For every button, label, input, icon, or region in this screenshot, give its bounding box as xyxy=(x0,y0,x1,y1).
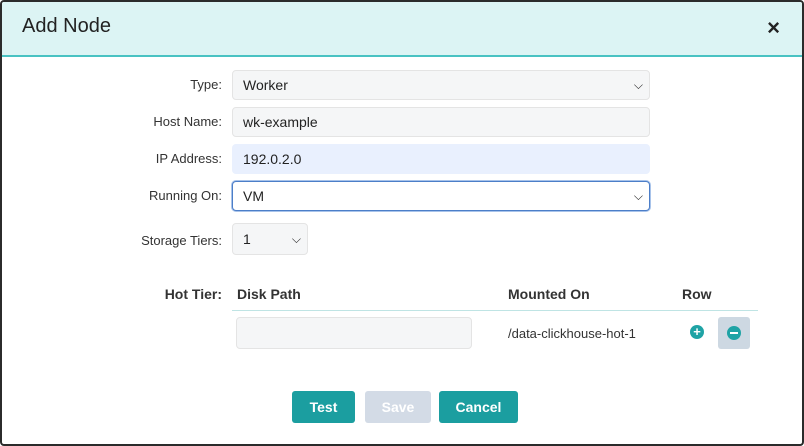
ip-label: IP Address: xyxy=(155,151,222,166)
type-select[interactable]: Worker ⌵ xyxy=(232,70,650,100)
storage-tiers-value: 1 xyxy=(243,231,251,247)
modal-title: Add Node xyxy=(22,15,111,37)
chevron-down-icon: ⌵ xyxy=(291,232,301,246)
hostname-input[interactable]: wk-example xyxy=(232,107,650,137)
add-row-icon[interactable]: + xyxy=(690,325,704,339)
type-value: Worker xyxy=(243,77,288,93)
hostname-value: wk-example xyxy=(243,114,318,130)
disk-path-header: Disk Path xyxy=(237,286,301,302)
test-button[interactable]: Test xyxy=(292,391,355,423)
add-node-modal: Add Node × Type: Worker ⌵ Host Name: wk-… xyxy=(0,0,804,446)
disk-path-input[interactable] xyxy=(236,317,472,349)
remove-row-button[interactable] xyxy=(718,317,750,349)
running-on-select[interactable]: VM ⌵ xyxy=(232,181,650,211)
chevron-down-icon: ⌵ xyxy=(633,78,643,92)
minus-circle-icon xyxy=(727,326,741,340)
hot-tier-label: Hot Tier: xyxy=(164,286,222,302)
row-header: Row xyxy=(682,286,712,302)
modal-header: Add Node × xyxy=(2,2,802,57)
ip-input[interactable]: 192.0.2.0 xyxy=(232,144,650,174)
running-on-value: VM xyxy=(243,188,264,204)
hostname-label: Host Name: xyxy=(153,114,222,129)
storage-tiers-label: Storage Tiers: xyxy=(141,233,222,248)
type-label: Type: xyxy=(190,77,222,92)
storage-tiers-select[interactable]: 1 ⌵ xyxy=(232,223,308,255)
save-button[interactable]: Save xyxy=(365,391,431,423)
mounted-on-header: Mounted On xyxy=(508,286,590,302)
chevron-down-icon: ⌵ xyxy=(633,189,643,203)
mounted-on-value: /data-clickhouse-hot-1 xyxy=(508,326,636,341)
close-icon[interactable]: × xyxy=(767,14,780,42)
table-divider xyxy=(232,310,758,311)
ip-value: 192.0.2.0 xyxy=(243,151,302,167)
cancel-button[interactable]: Cancel xyxy=(439,391,518,423)
running-on-label: Running On: xyxy=(149,188,222,203)
